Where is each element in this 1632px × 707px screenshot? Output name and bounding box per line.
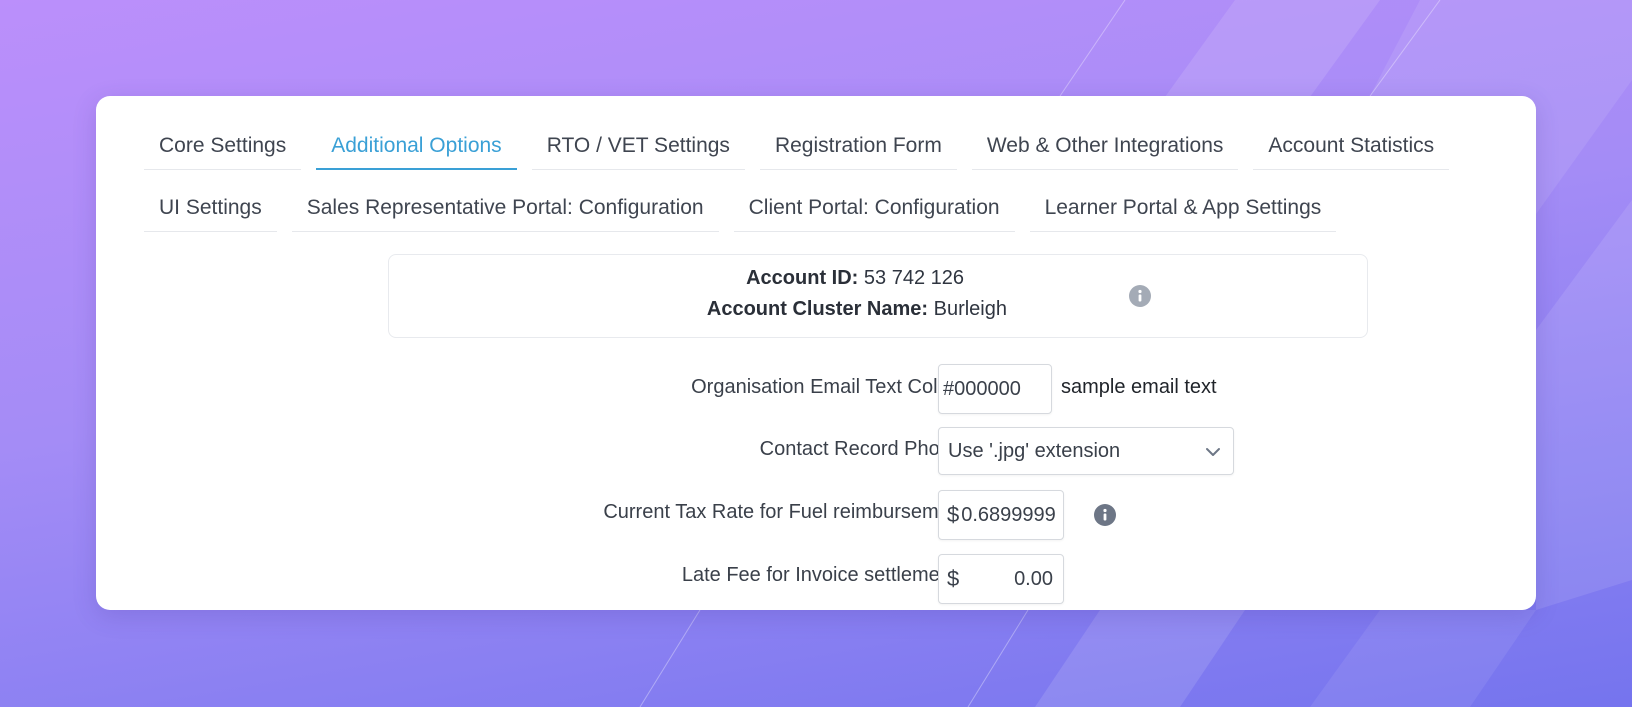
tab-client-portal-config[interactable]: Client Portal: Configuration: [733, 188, 1015, 232]
currency-symbol: $: [947, 502, 960, 527]
chevron-down-icon: [1205, 440, 1221, 463]
tab-sales-rep-portal-config[interactable]: Sales Representative Portal: Configurati…: [291, 188, 719, 232]
email-colour-label: Organisation Email Text Colour:: [691, 376, 972, 398]
account-id-line: Account ID: 53 742 126: [746, 267, 964, 290]
account-cluster-line: Account Cluster Name: Burleigh: [707, 298, 1007, 321]
tax-rate-label: Current Tax Rate for Fuel reimbursement:: [603, 501, 972, 523]
late-fee-value: 0.00: [1014, 567, 1053, 590]
sample-email-text: sample email text: [1061, 376, 1217, 398]
tab-rto-vet-settings[interactable]: RTO / VET Settings: [531, 126, 745, 170]
tab-additional-options[interactable]: Additional Options: [316, 126, 517, 170]
contact-photos-value: Use '.jpg' extension: [948, 439, 1121, 462]
tab-learner-portal-app-settings[interactable]: Learner Portal & App Settings: [1029, 188, 1337, 232]
currency-symbol: $: [947, 566, 960, 591]
tab-row-secondary: UI Settings Sales Representative Portal:…: [144, 188, 1351, 232]
account-info-box: Account ID: 53 742 126 Account Cluster N…: [388, 254, 1368, 338]
info-icon[interactable]: [1094, 504, 1116, 526]
settings-card: Core Settings Additional Options RTO / V…: [96, 96, 1536, 610]
tab-row-primary: Core Settings Additional Options RTO / V…: [144, 126, 1464, 170]
tax-rate-value: 0.6899999: [961, 503, 1056, 526]
contact-photos-select[interactable]: Use '.jpg' extension: [938, 427, 1234, 475]
info-icon[interactable]: [1129, 285, 1151, 307]
tab-ui-settings[interactable]: UI Settings: [144, 188, 277, 232]
account-cluster-value: Burleigh: [933, 298, 1007, 320]
email-colour-value: #000000: [943, 377, 1021, 400]
tab-account-statistics[interactable]: Account Statistics: [1253, 126, 1450, 170]
tab-web-other-integrations[interactable]: Web & Other Integrations: [971, 126, 1239, 170]
tab-registration-form[interactable]: Registration Form: [759, 126, 957, 170]
account-cluster-label: Account Cluster Name:: [706, 298, 929, 320]
account-id-value: 53 742 126: [863, 267, 964, 289]
late-fee-input[interactable]: $ 0.00: [938, 554, 1064, 604]
account-id-label: Account ID:: [746, 267, 859, 289]
tab-core-settings[interactable]: Core Settings: [144, 126, 302, 170]
tax-rate-input[interactable]: $ 0.6899999: [938, 490, 1064, 540]
email-colour-input[interactable]: #000000: [938, 364, 1052, 414]
late-fee-label: Late Fee for Invoice settlements:: [681, 564, 972, 586]
